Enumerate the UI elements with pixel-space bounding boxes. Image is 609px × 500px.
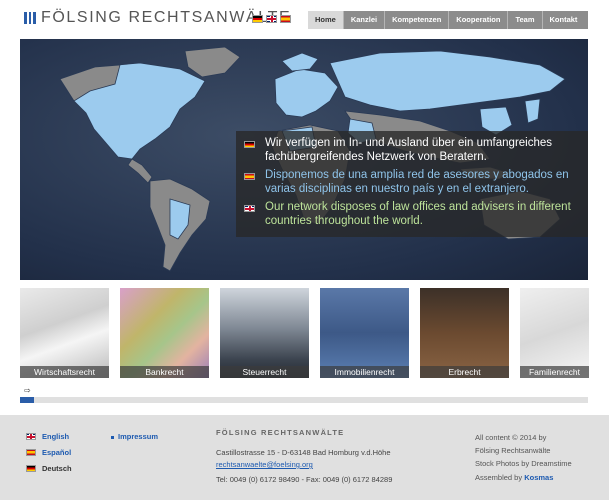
thumbnail-scrollbar[interactable] — [20, 397, 588, 403]
footer: English Español Deutsch Impressum FÖLSIN… — [0, 415, 609, 500]
thumb-label: Immobilienrecht — [320, 366, 409, 378]
thumb-bankrecht[interactable]: Bankrecht — [120, 288, 209, 378]
hero-row-english: Our network disposes of law offices and … — [244, 201, 580, 228]
lang-spanish[interactable]: Español — [26, 448, 71, 457]
hero-text-spanish: Disponemos de una amplia red de asesores… — [265, 169, 569, 195]
spanish-flag-icon — [244, 173, 255, 180]
nav-kooperation[interactable]: Kooperation — [449, 11, 509, 29]
footer-phone: Tel: 0049 (0) 6172 98490 - Fax: 0049 (0)… — [216, 475, 393, 484]
uk-flag-icon[interactable] — [266, 15, 277, 23]
german-flag-icon[interactable] — [252, 15, 263, 23]
nav-kontakt[interactable]: Kontakt — [543, 11, 585, 29]
uk-flag-icon — [244, 205, 255, 212]
thumb-label: Erbrecht — [420, 366, 509, 378]
hero-text-english: Our network disposes of law offices and … — [265, 201, 571, 227]
business-people-photo — [220, 288, 309, 378]
signing-photo — [520, 288, 589, 378]
office-photo — [20, 288, 109, 378]
thumb-steuerrecht[interactable]: Steuerrecht — [220, 288, 309, 378]
thumb-label: Wirtschaftsrecht — [20, 366, 109, 378]
scrollbar-thumb[interactable] — [20, 397, 34, 403]
impressum-link[interactable]: Impressum — [111, 432, 158, 441]
thumb-label: Steuerrecht — [220, 366, 309, 378]
lang-english[interactable]: English — [26, 432, 69, 441]
uk-flag-icon — [26, 433, 36, 440]
banknotes-photo — [120, 288, 209, 378]
nav-team[interactable]: Team — [508, 11, 543, 29]
logo-bars-icon — [24, 12, 36, 24]
nav-kanzlei[interactable]: Kanzlei — [344, 11, 386, 29]
credits-photos: Stock Photos by Dreamstime — [475, 459, 572, 468]
spanish-flag-icon — [26, 449, 36, 456]
thumb-label: Bankrecht — [120, 366, 209, 378]
footer-email-link[interactable]: rechtsanwaelte@foelsing.org — [216, 460, 313, 469]
page: FÖLSING RECHTSANWÄLTE Home Kanzlei Kompe… — [0, 0, 609, 500]
arrow-right-icon[interactable]: ⇨ — [24, 386, 31, 395]
credits-owner: Fölsing Rechtsanwälte — [475, 446, 551, 455]
thumb-erbrecht[interactable]: Erbrecht — [420, 288, 509, 378]
gavel-photo — [420, 288, 509, 378]
thumb-familienrecht[interactable]: Familienrecht — [520, 288, 589, 378]
nav-kompetenzen[interactable]: Kompetenzen — [385, 11, 450, 29]
kosmas-link[interactable]: Kosmas — [524, 473, 553, 482]
main-nav: Home Kanzlei Kompetenzen Kooperation Tea… — [308, 11, 588, 29]
lang-english-label: English — [42, 432, 70, 441]
credits-assembled: Assembled by Kosmas — [475, 473, 553, 482]
lang-german-label: Deutsch — [42, 464, 72, 473]
footer-firm-name: FÖLSING RECHTSANWÄLTE — [216, 428, 345, 437]
credits-assembled-prefix: Assembled by — [475, 473, 523, 482]
german-flag-icon — [244, 141, 255, 148]
hero-banner: Wir verfügen im In- und Ausland über ein… — [20, 39, 588, 280]
hero-row-german: Wir verfügen im In- und Ausland über ein… — [244, 137, 580, 164]
hero-text-german: Wir verfügen im In- und Ausland über ein… — [265, 137, 553, 163]
thumb-label: Familienrecht — [520, 366, 589, 378]
nav-home[interactable]: Home — [308, 11, 344, 29]
german-flag-icon — [26, 465, 36, 472]
thumb-immobilienrecht[interactable]: Immobilienrecht — [320, 288, 409, 378]
lang-spanish-label: Español — [42, 448, 72, 457]
spanish-flag-icon[interactable] — [280, 15, 291, 23]
credits-copyright: All content © 2014 by — [475, 433, 547, 442]
thumb-wirtschaftsrecht[interactable]: Wirtschaftsrecht — [20, 288, 109, 378]
hero-text-panel: Wir verfügen im In- und Ausland über ein… — [236, 131, 588, 237]
lang-german[interactable]: Deutsch — [26, 464, 72, 473]
hero-row-spanish: Disponemos de una amplia red de asesores… — [244, 169, 580, 196]
footer-address: Castillostrasse 15 - D-63148 Bad Homburg… — [216, 448, 391, 457]
building-photo — [320, 288, 409, 378]
